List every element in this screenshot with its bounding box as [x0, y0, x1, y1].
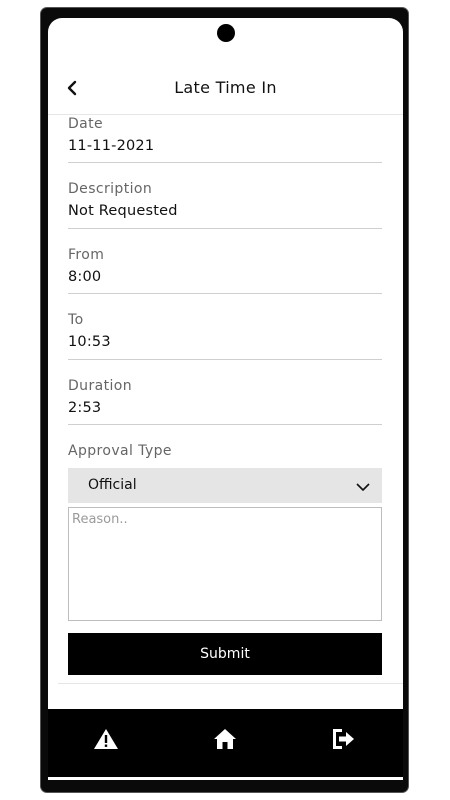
date-field: Date 11-11-2021 [68, 116, 382, 163]
reason-input[interactable] [68, 507, 382, 621]
nav-logout-button[interactable] [330, 727, 360, 753]
to-field: To 10:53 [68, 312, 382, 360]
divider [58, 683, 403, 684]
chevron-down-icon [356, 479, 370, 493]
bottom-nav [48, 709, 403, 777]
duration-label: Duration [68, 378, 133, 394]
description-value: Not Requested [68, 203, 178, 219]
logout-icon [333, 729, 354, 749]
approval-type-select[interactable]: Official [68, 468, 382, 503]
date-label: Date [68, 116, 104, 132]
front-camera [217, 24, 235, 42]
nav-home-button[interactable] [212, 727, 242, 753]
warning-icon [94, 729, 118, 749]
description-label: Description [68, 181, 153, 197]
from-field: From 8:00 [68, 247, 382, 294]
date-value: 11-11-2021 [68, 138, 155, 154]
description-field: Description Not Requested [68, 181, 382, 229]
submit-button[interactable]: Submit [68, 633, 382, 675]
app-header: Late Time In [48, 62, 403, 115]
from-label: From [68, 247, 105, 263]
to-value: 10:53 [68, 334, 111, 350]
page-title: Late Time In [174, 78, 277, 97]
duration-value: 2:53 [68, 400, 102, 416]
from-value: 8:00 [68, 269, 102, 285]
approval-type-value: Official [88, 477, 137, 493]
nav-warning-button[interactable] [93, 727, 123, 753]
approval-type-label: Approval Type [68, 443, 172, 459]
home-icon [214, 729, 236, 749]
app-screen: Late Time In Date 11-11-2021 Description… [48, 18, 403, 780]
to-label: To [68, 312, 84, 328]
duration-field: Duration 2:53 [68, 378, 382, 425]
